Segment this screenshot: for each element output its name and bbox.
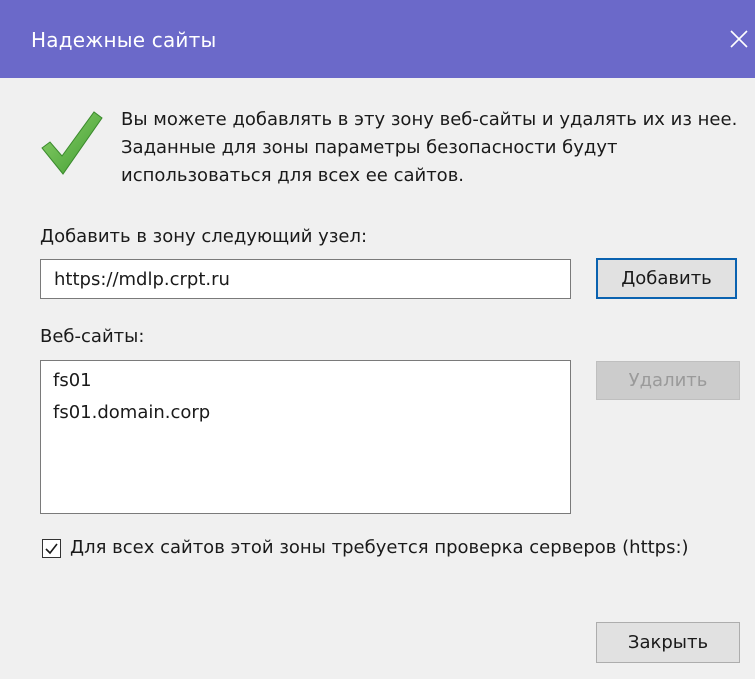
- close-icon: [729, 30, 748, 48]
- title-bar: Надежные сайты: [0, 0, 755, 78]
- dialog-title: Надежные сайты: [31, 28, 217, 52]
- trusted-sites-dialog: Надежные сайты Вы можете добавлять в эту…: [0, 0, 755, 679]
- checkmark-small-icon: [45, 543, 58, 555]
- close-dialog-button[interactable]: Закрыть: [596, 622, 740, 663]
- list-item[interactable]: fs01: [53, 365, 560, 397]
- add-button[interactable]: Добавить: [596, 258, 737, 299]
- websites-label: Веб-сайты:: [40, 326, 145, 347]
- require-https-checkbox[interactable]: [42, 539, 61, 558]
- site-url-input[interactable]: [40, 259, 571, 299]
- checkmark-icon: [41, 111, 103, 175]
- add-site-label: Добавить в зону следующий узел:: [40, 226, 368, 247]
- require-https-label[interactable]: Для всех сайтов этой зоны требуется пров…: [70, 537, 689, 558]
- zone-description: Вы можете добавлять в эту зону веб-сайты…: [121, 109, 738, 186]
- list-item[interactable]: fs01.domain.corp: [53, 397, 560, 429]
- websites-list[interactable]: fs01 fs01.domain.corp: [40, 360, 571, 514]
- remove-button[interactable]: Удалить: [596, 361, 740, 400]
- close-button[interactable]: [722, 22, 755, 56]
